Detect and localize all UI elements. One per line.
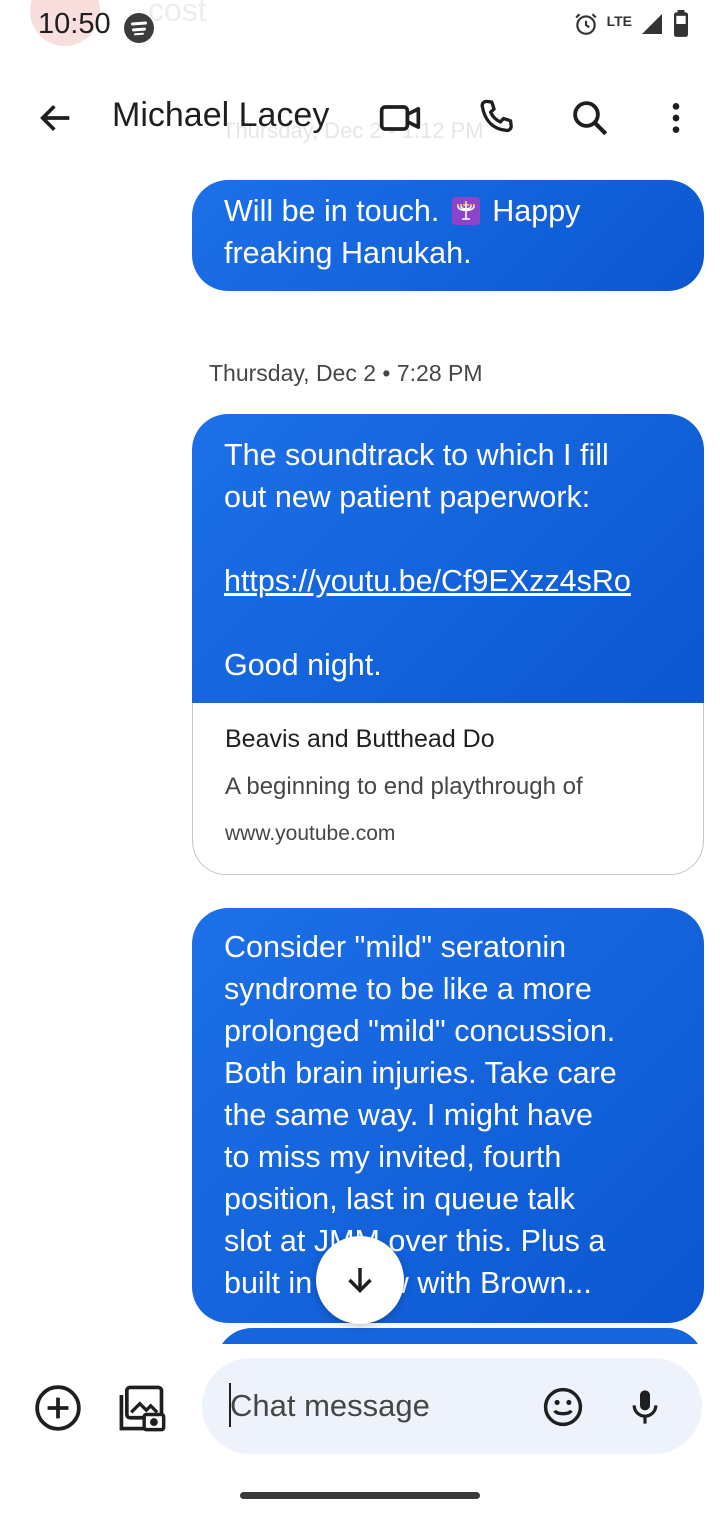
search-button[interactable] (562, 90, 618, 146)
back-arrow-icon (40, 105, 70, 131)
arrow-down-icon (348, 1268, 372, 1293)
message-text: Will be in touch. (224, 194, 440, 228)
status-time: 10:50 (38, 8, 111, 40)
status-icons: LTE (573, 8, 690, 44)
message-text: Consider "mild" seratonin (224, 930, 567, 964)
gallery-icon (119, 1385, 166, 1432)
link-preview-card[interactable]: Beavis and Butthead Do A beginning to en… (192, 703, 704, 875)
message-text: the same way. I might have (224, 1098, 593, 1132)
battery-icon (672, 9, 690, 43)
link-preview-title: Beavis and Butthead Do (225, 725, 495, 753)
scroll-to-bottom-button[interactable] (316, 1236, 404, 1324)
message-bubble[interactable]: Consider "mild" seratonin syndrome to be… (192, 908, 704, 1323)
voice-input-button[interactable] (618, 1380, 672, 1434)
message-text: to miss my invited, fourth (224, 1140, 562, 1174)
emoji-button[interactable] (536, 1380, 590, 1434)
message-text: prolonged "mild" concussion. (224, 1014, 616, 1048)
lte-signal-icon (640, 12, 664, 41)
video-call-button[interactable] (372, 90, 428, 146)
message-text: position, last in queue talk (224, 1182, 575, 1216)
message-text: Happy (492, 194, 581, 228)
spotify-icon (124, 13, 154, 43)
phone-button[interactable] (468, 90, 524, 146)
phone-icon (480, 99, 513, 133)
message-text: out new patient paperwork: (224, 480, 591, 514)
alarm-icon (573, 11, 599, 42)
message-text: Good night. (224, 648, 382, 682)
message-text: Both brain injuries. Take care (224, 1056, 617, 1090)
contact-name[interactable]: Michael Lacey (112, 96, 329, 135)
home-indicator[interactable] (240, 1492, 480, 1499)
message-text: syndrome to be like a more (224, 972, 592, 1006)
lte-label: LTE (606, 13, 632, 29)
peek-text: cost (148, 0, 207, 28)
back-button[interactable] (30, 92, 82, 144)
more-vert-icon (672, 103, 680, 133)
message-bubble[interactable]: Will be in touch. Happy freaking Hanukah… (192, 180, 704, 291)
message-text: freaking Hanukah. (224, 236, 472, 270)
message-text: slot at JMM over this. Plus a (224, 1224, 606, 1258)
message-link[interactable]: https://youtu.be/Cf9EXzz4sRo (224, 564, 631, 598)
message-input-placeholder[interactable]: Chat message (230, 1388, 430, 1424)
message-text: The soundtrack to which I fill (224, 438, 609, 472)
add-circle-icon (35, 1385, 81, 1431)
more-options-button[interactable] (648, 90, 704, 146)
video-call-icon (379, 105, 421, 131)
emoji-icon (543, 1387, 583, 1427)
add-attachment-button[interactable] (32, 1382, 84, 1434)
link-preview-description: A beginning to end playthrough of (225, 773, 583, 800)
message-bubble[interactable]: The soundtrack to which I fill out new p… (192, 414, 704, 703)
gallery-button[interactable] (114, 1380, 170, 1436)
date-separator: Thursday, Dec 2 • 7:28 PM (209, 360, 483, 386)
message-text: built in review with Brown... (224, 1266, 592, 1300)
search-icon (573, 101, 608, 136)
mic-icon (632, 1390, 658, 1424)
menorah-emoji-icon (451, 197, 480, 225)
link-preview-domain: www.youtube.com (225, 822, 396, 845)
